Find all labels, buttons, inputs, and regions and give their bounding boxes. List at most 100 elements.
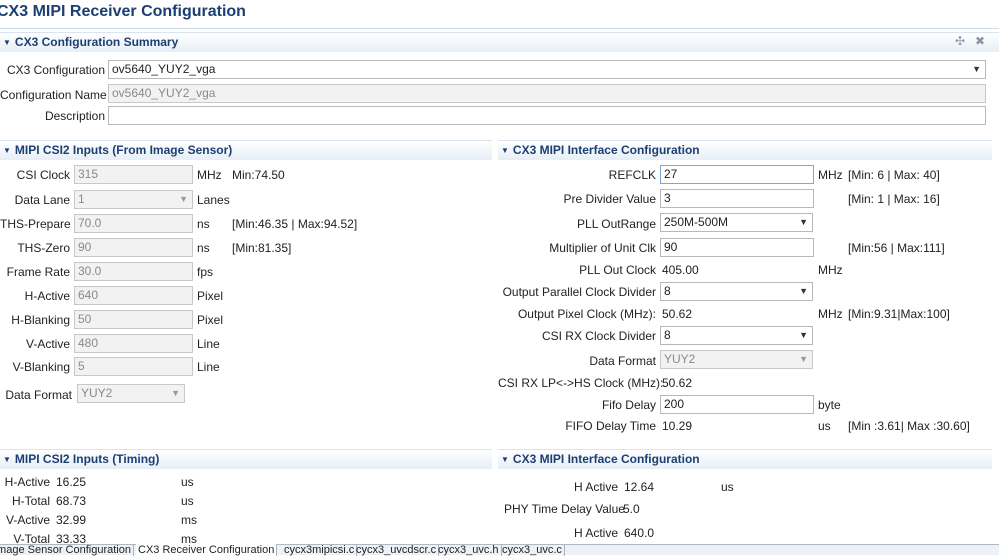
frame-rate-unit: fps	[197, 265, 214, 279]
multiplier-field[interactable]: 90	[660, 238, 814, 257]
ths-prepare-label: THS-Prepare	[0, 217, 71, 231]
pll-out-clock-unit: MHz	[818, 263, 843, 277]
timing-section-title: MIPI CSI2 Inputs (Timing)	[14, 452, 160, 466]
cx3-configuration-label: CX3 Configuration	[6, 63, 105, 77]
summary-section-header[interactable]: ▼ CX3 Configuration Summary	[0, 32, 999, 52]
timing-v-active-unit: ms	[181, 513, 197, 527]
data-lane-select[interactable]: 1 ▼	[74, 190, 193, 209]
refclk-field[interactable]: 27	[660, 165, 814, 184]
dropdown-arrow-icon[interactable]: ▼	[179, 191, 188, 208]
dropdown-arrow-icon[interactable]: ▼	[799, 351, 808, 368]
refclk-unit: MHz	[818, 168, 843, 182]
output-pixel-clock-range: [Min:9.31|Max:100]	[848, 307, 950, 321]
fifo-delay-time-range: [Min :3.61| Max :30.60]	[848, 419, 970, 433]
dropdown-arrow-icon[interactable]: ▼	[799, 214, 808, 231]
ths-zero-unit: ns	[197, 241, 210, 255]
tab-cx3-receiver-configuration[interactable]: CX3 Receiver Configuration	[136, 544, 278, 556]
interface2-section-title: CX3 MIPI Interface Configuration	[512, 452, 700, 466]
refclk-label: REFCLK	[608, 168, 656, 182]
expand-triangle-icon[interactable]: ▼	[3, 33, 11, 52]
dropdown-arrow-icon[interactable]: ▼	[799, 327, 808, 344]
timing-v-active-value: 32.99	[56, 513, 87, 527]
configuration-name-field[interactable]: ov5640_YUY2_vga	[108, 84, 986, 103]
output-parallel-divider-value: 8	[664, 284, 671, 298]
interface-section-header[interactable]: ▼ CX3 MIPI Interface Configuration	[498, 140, 992, 160]
h-active-field[interactable]: 640	[74, 286, 193, 305]
tab-cycx3-uvcdscr-c[interactable]: cycx3_uvcdscr.c	[354, 544, 440, 556]
data-format-select[interactable]: YUY2 ▼	[77, 384, 185, 403]
description-field[interactable]	[108, 106, 986, 125]
fifo-delay-time-label: FIFO Delay Time	[565, 419, 656, 433]
tab-cycx3-uvc-c[interactable]: cycx3_uvc.c	[500, 544, 565, 556]
dropdown-arrow-icon[interactable]: ▼	[799, 283, 808, 300]
output-pixel-clock-unit: MHz	[818, 307, 843, 321]
fifo-delay-field[interactable]: 200	[660, 395, 814, 414]
ths-prepare-unit: ns	[197, 217, 210, 231]
timing-section-header[interactable]: ▼ MIPI CSI2 Inputs (Timing)	[0, 449, 492, 469]
multiplier-label: Multiplier of Unit Clk	[549, 241, 656, 255]
interface-data-format-value: YUY2	[664, 352, 696, 366]
csi-rx-divider-value: 8	[664, 328, 671, 342]
csi-rx-divider-select[interactable]: 8 ▼	[660, 326, 813, 345]
frame-rate-field[interactable]: 30.0	[74, 262, 193, 281]
csi-clock-range: Min:74.50	[232, 168, 285, 182]
expand-triangle-icon[interactable]: ▼	[3, 450, 11, 469]
dropdown-arrow-icon[interactable]: ▼	[972, 61, 981, 78]
pll-out-clock-label: PLL Out Clock	[579, 263, 656, 277]
pin-icon[interactable]: ✣	[955, 32, 965, 51]
ths-zero-label: THS-Zero	[17, 241, 70, 255]
close-icon[interactable]: ✖	[975, 32, 985, 51]
pre-divider-field[interactable]: 3	[660, 189, 814, 208]
output-pixel-clock-value: 50.62	[662, 307, 693, 321]
ths-prepare-field[interactable]: 70.0	[74, 214, 193, 233]
tab-cycx3mipicsi-c[interactable]: cycx3mipicsi.c	[282, 544, 358, 556]
csi-inputs-section-header[interactable]: ▼ MIPI CSI2 Inputs (From Image Sensor)	[0, 140, 492, 160]
output-parallel-divider-select[interactable]: 8 ▼	[660, 282, 813, 301]
iface2-h-active-unit: us	[721, 480, 734, 494]
csi-clock-unit: MHz	[197, 168, 222, 182]
interface-data-format-label: Data Format	[589, 354, 656, 368]
iface2-h-active2-label: H Active	[573, 526, 618, 540]
csi-rx-lp-label: CSI RX LP<->HS Clock (MHz):	[498, 376, 664, 390]
v-blanking-unit: Line	[197, 360, 220, 374]
timing-h-total-label: H-Total	[11, 494, 50, 508]
timing-h-active-label: H-Active	[4, 475, 50, 489]
cx3-configuration-select[interactable]: ov5640_YUY2_vga ▼	[108, 60, 986, 79]
timing-h-active-unit: us	[181, 475, 194, 489]
iface2-h-active-label: H Active	[573, 480, 618, 494]
ths-zero-field[interactable]: 90	[74, 238, 193, 257]
pll-out-clock-value: 405.00	[662, 263, 699, 277]
pll-outrange-select[interactable]: 250M-500M ▼	[660, 213, 813, 232]
timing-h-total-value: 68.73	[56, 494, 87, 508]
tab-image-sensor-configuration[interactable]: Image Sensor Configuration	[0, 544, 134, 556]
data-lane-value: 1	[78, 192, 85, 206]
tab-cycx3-uvc-h[interactable]: cycx3_uvc.h	[436, 544, 502, 556]
h-blanking-field[interactable]: 50	[74, 310, 193, 329]
frame-rate-label: Frame Rate	[6, 265, 70, 279]
dropdown-arrow-icon[interactable]: ▼	[171, 385, 180, 402]
h-active-label: H-Active	[24, 289, 70, 303]
fifo-delay-label: Fifo Delay	[601, 398, 656, 412]
interface-section-title: CX3 MIPI Interface Configuration	[512, 143, 700, 157]
timing-h-active-value: 16.25	[56, 475, 87, 489]
interface-data-format-select[interactable]: YUY2 ▼	[660, 350, 813, 369]
expand-triangle-icon[interactable]: ▼	[3, 141, 11, 160]
expand-triangle-icon[interactable]: ▼	[501, 141, 509, 160]
fifo-delay-time-unit: us	[818, 419, 831, 433]
v-active-label: V-Active	[25, 337, 70, 351]
v-blanking-field[interactable]: 5	[74, 357, 193, 376]
output-pixel-clock-label: Output Pixel Clock (MHz):	[517, 307, 656, 321]
v-blanking-label: V-Blanking	[12, 360, 70, 374]
csi-clock-field[interactable]: 315	[74, 165, 193, 184]
page-title: CX3 MIPI Receiver Configuration	[0, 3, 246, 20]
configuration-name-label: Configuration Name	[0, 88, 107, 102]
fifo-delay-time-value: 10.29	[662, 419, 693, 433]
expand-triangle-icon[interactable]: ▼	[501, 450, 509, 469]
cx3-configuration-value: ov5640_YUY2_vga	[112, 62, 216, 76]
h-active-unit: Pixel	[197, 289, 224, 303]
v-active-field[interactable]: 480	[74, 334, 193, 353]
fifo-delay-unit: byte	[818, 398, 841, 412]
summary-section-title: CX3 Configuration Summary	[14, 35, 179, 49]
pre-divider-range: [Min: 1 | Max: 16]	[848, 192, 940, 206]
interface2-section-header[interactable]: ▼ CX3 MIPI Interface Configuration	[498, 449, 992, 469]
